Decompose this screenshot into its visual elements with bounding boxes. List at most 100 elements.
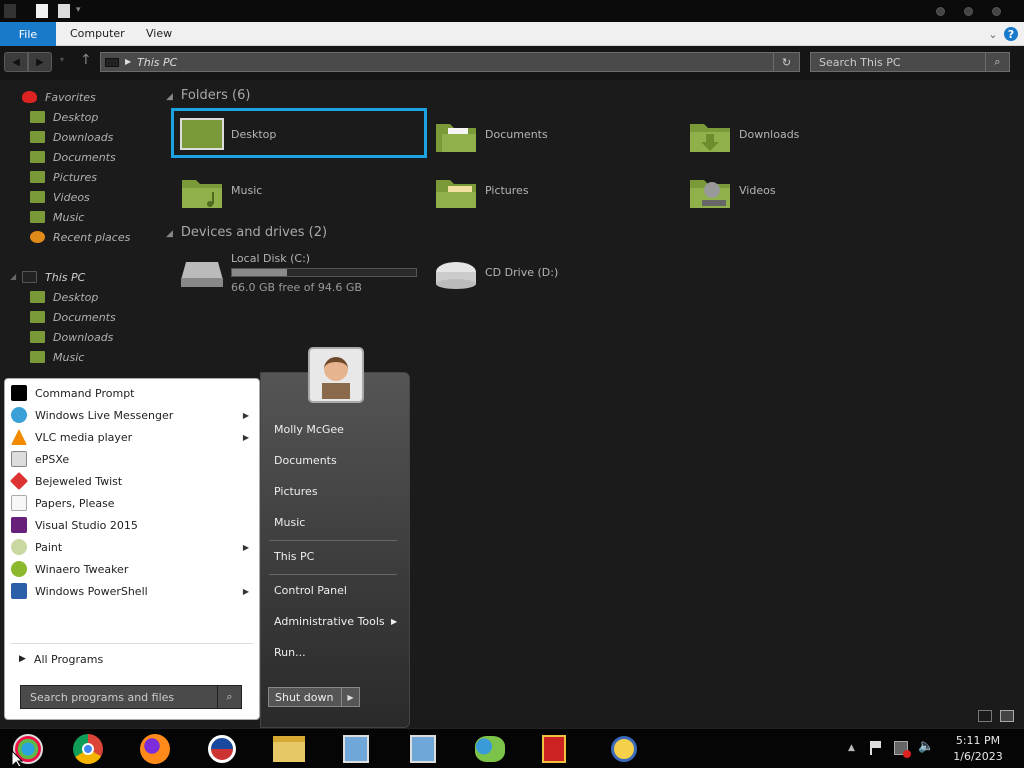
refresh-icon[interactable]: ↻: [773, 52, 799, 72]
folder-tile-documents[interactable]: Documents: [426, 110, 666, 160]
command-prompt-icon: [11, 385, 27, 401]
control-panel-link[interactable]: Control Panel: [274, 584, 347, 597]
show-hidden-icons-icon[interactable]: ▲: [848, 743, 855, 753]
shutdown-button[interactable]: Shut down ▶: [268, 687, 360, 707]
run-link[interactable]: Run...: [274, 646, 306, 659]
submenu-arrow-icon: ▶: [391, 617, 398, 626]
nav-thispc-downloads[interactable]: Downloads: [30, 328, 113, 346]
program-epsxe[interactable]: ePSXe: [11, 449, 253, 469]
program-powershell[interactable]: Windows PowerShell ▶: [11, 581, 253, 601]
nav-thispc-desktop[interactable]: Desktop: [30, 288, 98, 306]
start-search-box[interactable]: Search programs and files ⌕: [20, 685, 242, 709]
search-box[interactable]: Search This PC ⌕: [810, 52, 1010, 72]
large-icons-view-icon[interactable]: [1000, 710, 1014, 722]
explorer-icon[interactable]: [4, 4, 16, 18]
nav-favorites[interactable]: Favorites: [22, 88, 96, 106]
nav-this-pc[interactable]: This PC: [22, 268, 85, 286]
start-menu-programs-pane: Command Prompt Windows Live Messenger ▶ V…: [4, 378, 260, 720]
administrative-tools-link[interactable]: Administrative Tools: [274, 615, 385, 628]
taskbar-messenger[interactable]: [462, 731, 518, 767]
all-programs-button[interactable]: ▶ All Programs: [11, 649, 253, 669]
drive-tile-cd[interactable]: CD Drive (D:): [426, 248, 666, 298]
program-winaero-tweaker[interactable]: Winaero Tweaker: [11, 559, 253, 579]
taskbar-network-app-1[interactable]: [328, 731, 384, 767]
help-icon[interactable]: ?: [1004, 27, 1018, 41]
devices-group-header[interactable]: ◢ Devices and drives (2): [166, 225, 327, 240]
nav-favorites-downloads[interactable]: Downloads: [30, 128, 113, 146]
user-folder-link[interactable]: Molly McGee: [274, 423, 344, 436]
new-folder-icon[interactable]: [58, 4, 70, 18]
program-bejeweled-twist[interactable]: Bejeweled Twist: [9, 471, 253, 491]
taskbar-firefox[interactable]: [127, 731, 183, 767]
maximize-button[interactable]: [964, 7, 973, 16]
taskbar-app-red[interactable]: [526, 731, 582, 767]
forward-button[interactable]: ▶: [28, 52, 52, 72]
submenu-arrow-icon: ▶: [242, 586, 249, 596]
program-command-prompt[interactable]: Command Prompt: [11, 383, 253, 403]
taskbar-chrome[interactable]: [60, 731, 116, 767]
nav-favorites-documents[interactable]: Documents: [30, 148, 116, 166]
nav-favorites-music[interactable]: Music: [30, 208, 84, 226]
up-button[interactable]: ↑: [80, 52, 92, 68]
expand-ribbon-icon[interactable]: ⌄: [986, 27, 1000, 41]
tab-file[interactable]: File: [0, 22, 56, 46]
powershell-icon: [11, 583, 27, 599]
folder-tile-videos[interactable]: Videos: [680, 166, 920, 216]
nav-favorites-recent-places[interactable]: Recent places: [30, 228, 130, 246]
documents-link[interactable]: Documents: [274, 454, 337, 467]
tab-view[interactable]: View: [146, 27, 172, 40]
shutdown-options-arrow-icon[interactable]: ▶: [341, 688, 359, 706]
nav-favorites-pictures[interactable]: Pictures: [30, 168, 97, 186]
network-setup-icon: [410, 735, 436, 763]
properties-icon[interactable]: [36, 4, 48, 18]
nav-thispc-documents[interactable]: Documents: [30, 308, 116, 326]
nav-label: Recent places: [53, 230, 131, 244]
details-view-icon[interactable]: [978, 710, 992, 722]
program-windows-live-messenger[interactable]: Windows Live Messenger ▶: [11, 405, 253, 425]
back-button[interactable]: ◀: [4, 52, 28, 72]
minimize-button[interactable]: [936, 7, 945, 16]
this-pc-link[interactable]: This PC: [274, 550, 314, 563]
breadcrumb-chevron-icon[interactable]: ▶: [125, 57, 131, 66]
search-icon[interactable]: ⌕: [217, 686, 241, 708]
quick-access-dropdown-icon[interactable]: ▾: [76, 5, 81, 15]
close-button[interactable]: [992, 7, 1001, 16]
drive-name: Local Disk (C:): [231, 252, 311, 265]
start-button[interactable]: [0, 731, 56, 767]
folder-tile-pictures[interactable]: Pictures: [426, 166, 666, 216]
breadcrumb-this-pc[interactable]: This PC: [137, 56, 177, 69]
nav-favorites-desktop[interactable]: Desktop: [30, 108, 98, 126]
volume-icon[interactable]: 🔈: [918, 739, 934, 754]
taskbar-network-app-2[interactable]: [395, 731, 451, 767]
nav-favorites-videos[interactable]: Videos: [30, 188, 90, 206]
taskbar-remote-app[interactable]: [596, 731, 652, 767]
folder-tile-desktop[interactable]: Desktop: [171, 108, 427, 158]
user-avatar[interactable]: [308, 347, 364, 403]
music-link[interactable]: Music: [274, 516, 305, 529]
drive-tile-local-disk[interactable]: Local Disk (C:) 66.0 GB free of 94.6 GB: [172, 248, 424, 298]
nav-label: Music: [53, 210, 85, 224]
collapse-this-pc-icon[interactable]: ◢: [10, 272, 16, 281]
nav-label: Videos: [53, 190, 90, 204]
search-input[interactable]: Search This PC: [819, 56, 901, 69]
folder-tile-downloads[interactable]: Downloads: [680, 110, 920, 160]
search-icon[interactable]: ⌕: [985, 52, 1009, 72]
taskbar-clock[interactable]: 5:11 PM 1/6/2023: [944, 733, 1012, 765]
taskbar-file-explorer[interactable]: [261, 731, 317, 767]
program-papers-please[interactable]: Papers, Please: [11, 493, 253, 513]
address-bar[interactable]: ▶ This PC ↻: [100, 52, 800, 72]
action-center-flag-icon[interactable]: [870, 741, 882, 755]
program-vlc[interactable]: VLC media player ▶: [11, 427, 253, 447]
program-visual-studio[interactable]: Visual Studio 2015: [11, 515, 253, 535]
taskbar-app-obama-logo[interactable]: [194, 731, 250, 767]
firefox-icon: [140, 734, 170, 764]
tab-computer[interactable]: Computer: [70, 27, 125, 40]
folders-group-header[interactable]: ◢ Folders (6): [166, 88, 250, 103]
recent-locations-icon[interactable]: ▾: [60, 55, 64, 64]
pictures-link[interactable]: Pictures: [274, 485, 318, 498]
network-status-icon[interactable]: [894, 741, 911, 758]
program-paint[interactable]: Paint ▶: [11, 537, 253, 557]
start-search-input[interactable]: Search programs and files: [30, 691, 174, 704]
nav-thispc-music[interactable]: Music: [30, 348, 84, 366]
folder-tile-music[interactable]: Music: [172, 166, 412, 216]
